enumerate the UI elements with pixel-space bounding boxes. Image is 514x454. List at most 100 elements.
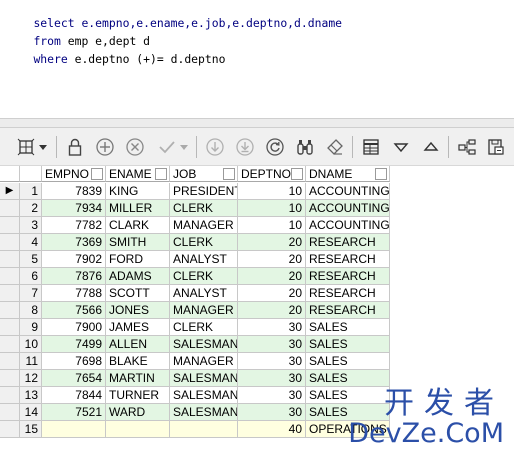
cell-empno[interactable]: 7782 (42, 217, 106, 234)
cell-deptno[interactable]: 10 (238, 217, 306, 234)
cell-ename[interactable]: ADAMS (106, 268, 170, 285)
row-indicator[interactable] (0, 387, 20, 404)
cell-dname[interactable]: ACCOUNTING (306, 183, 390, 200)
cell-job[interactable]: SALESMAN (170, 336, 238, 353)
row-indicator[interactable] (0, 336, 20, 353)
column-header-ename[interactable]: ENAME (106, 166, 170, 182)
cell-ename[interactable]: WARD (106, 404, 170, 421)
table-row[interactable]: 4 7369 SMITH CLERK 20 RESEARCH (0, 234, 390, 251)
cell-empno[interactable]: 7902 (42, 251, 106, 268)
cell-ename[interactable]: TURNER (106, 387, 170, 404)
table-row[interactable]: 5 7902 FORD ANALYST 20 RESEARCH (0, 251, 390, 268)
cell-deptno[interactable]: 10 (238, 183, 306, 200)
table-row[interactable]: 3 7782 CLARK MANAGER 10 ACCOUNTING (0, 217, 390, 234)
row-indicator[interactable] (0, 268, 20, 285)
cell-deptno[interactable]: 20 (238, 268, 306, 285)
last-record-icon[interactable] (233, 134, 257, 160)
delete-record-icon[interactable] (123, 134, 147, 160)
cell-empno[interactable] (42, 421, 106, 438)
column-filter-icon[interactable] (223, 168, 235, 180)
cell-deptno[interactable]: 20 (238, 234, 306, 251)
table-row[interactable]: 8 7566 JONES MANAGER 20 RESEARCH (0, 302, 390, 319)
row-indicator[interactable] (0, 251, 20, 268)
refresh-icon[interactable] (263, 134, 287, 160)
cell-job[interactable]: MANAGER (170, 217, 238, 234)
cell-deptno[interactable]: 20 (238, 285, 306, 302)
post-check-icon[interactable] (155, 134, 179, 160)
dropdown-arrow-icon[interactable] (178, 134, 190, 160)
row-indicator[interactable] (0, 404, 20, 421)
grid-select-icon[interactable] (14, 134, 38, 160)
cell-empno[interactable]: 7698 (42, 353, 106, 370)
table-row[interactable]: 10 7499 ALLEN SALESMAN 30 SALES (0, 336, 390, 353)
cell-dname[interactable]: SALES (306, 353, 390, 370)
table-row[interactable]: 13 7844 TURNER SALESMAN 30 SALES (0, 387, 390, 404)
cell-empno[interactable]: 7788 (42, 285, 106, 302)
cell-deptno[interactable]: 30 (238, 319, 306, 336)
cell-empno[interactable]: 7521 (42, 404, 106, 421)
dropdown-arrow-icon[interactable] (36, 134, 50, 160)
table-row[interactable]: 11 7698 BLAKE MANAGER 30 SALES (0, 353, 390, 370)
clear-icon[interactable] (323, 134, 347, 160)
cell-dname[interactable]: ACCOUNTING (306, 200, 390, 217)
cell-job[interactable]: SALESMAN (170, 404, 238, 421)
cell-ename[interactable]: JAMES (106, 319, 170, 336)
cell-dname[interactable]: SALES (306, 387, 390, 404)
cell-ename[interactable]: ALLEN (106, 336, 170, 353)
cell-dname[interactable]: SALES (306, 336, 390, 353)
cell-empno[interactable]: 7876 (42, 268, 106, 285)
find-icon[interactable] (293, 134, 317, 160)
row-indicator[interactable] (0, 302, 20, 319)
cell-job[interactable]: CLERK (170, 319, 238, 336)
table-row[interactable]: 2 7934 MILLER CLERK 10 ACCOUNTING (0, 200, 390, 217)
table-row[interactable]: ▶ 1 7839 KING PRESIDENT 10 ACCOUNTING (0, 183, 390, 200)
cell-empno[interactable]: 7499 (42, 336, 106, 353)
cell-empno[interactable]: 7900 (42, 319, 106, 336)
cell-dname[interactable]: RESEARCH (306, 251, 390, 268)
lock-icon[interactable] (63, 134, 87, 160)
cell-deptno[interactable]: 40 (238, 421, 306, 438)
cell-ename[interactable]: MARTIN (106, 370, 170, 387)
cell-dname[interactable]: SALES (306, 319, 390, 336)
cell-ename[interactable] (106, 421, 170, 438)
column-filter-icon[interactable] (375, 168, 387, 180)
column-header-empno[interactable]: EMPNO (42, 166, 106, 182)
row-indicator[interactable] (0, 319, 20, 336)
table-row[interactable]: 15 40 OPERATIONS (0, 421, 390, 438)
cell-empno[interactable]: 7566 (42, 302, 106, 319)
cell-deptno[interactable]: 30 (238, 370, 306, 387)
cell-job[interactable]: SALESMAN (170, 370, 238, 387)
cell-ename[interactable]: BLAKE (106, 353, 170, 370)
table-row[interactable]: 12 7654 MARTIN SALESMAN 30 SALES (0, 370, 390, 387)
cell-deptno[interactable]: 20 (238, 302, 306, 319)
cell-empno[interactable]: 7654 (42, 370, 106, 387)
filter-down-icon[interactable] (389, 134, 413, 160)
cell-ename[interactable]: SCOTT (106, 285, 170, 302)
row-indicator[interactable] (0, 285, 20, 302)
cell-deptno[interactable]: 30 (238, 387, 306, 404)
tree-icon[interactable] (455, 134, 479, 160)
cell-job[interactable]: MANAGER (170, 302, 238, 319)
cell-dname[interactable]: ACCOUNTING (306, 217, 390, 234)
cell-dname[interactable]: RESEARCH (306, 302, 390, 319)
cell-deptno[interactable]: 30 (238, 353, 306, 370)
add-record-icon[interactable] (93, 134, 117, 160)
cell-deptno[interactable]: 20 (238, 251, 306, 268)
cell-dname[interactable]: OPERATIONS (306, 421, 390, 438)
cell-dname[interactable]: RESEARCH (306, 268, 390, 285)
export-icon[interactable] (484, 134, 508, 160)
row-indicator[interactable] (0, 353, 20, 370)
cell-job[interactable]: CLERK (170, 268, 238, 285)
cell-dname[interactable]: RESEARCH (306, 234, 390, 251)
cell-empno[interactable]: 7839 (42, 183, 106, 200)
table-row[interactable]: 7 7788 SCOTT ANALYST 20 RESEARCH (0, 285, 390, 302)
cell-ename[interactable]: FORD (106, 251, 170, 268)
table-row[interactable]: 6 7876 ADAMS CLERK 20 RESEARCH (0, 268, 390, 285)
cell-empno[interactable]: 7369 (42, 234, 106, 251)
cell-dname[interactable]: SALES (306, 370, 390, 387)
row-indicator[interactable] (0, 421, 20, 438)
sql-editor[interactable]: select e.empno,e.ename,e.job,e.deptno,d.… (0, 0, 514, 118)
cell-job[interactable]: SALESMAN (170, 387, 238, 404)
cell-empno[interactable]: 7934 (42, 200, 106, 217)
cell-job[interactable]: PRESIDENT (170, 183, 238, 200)
